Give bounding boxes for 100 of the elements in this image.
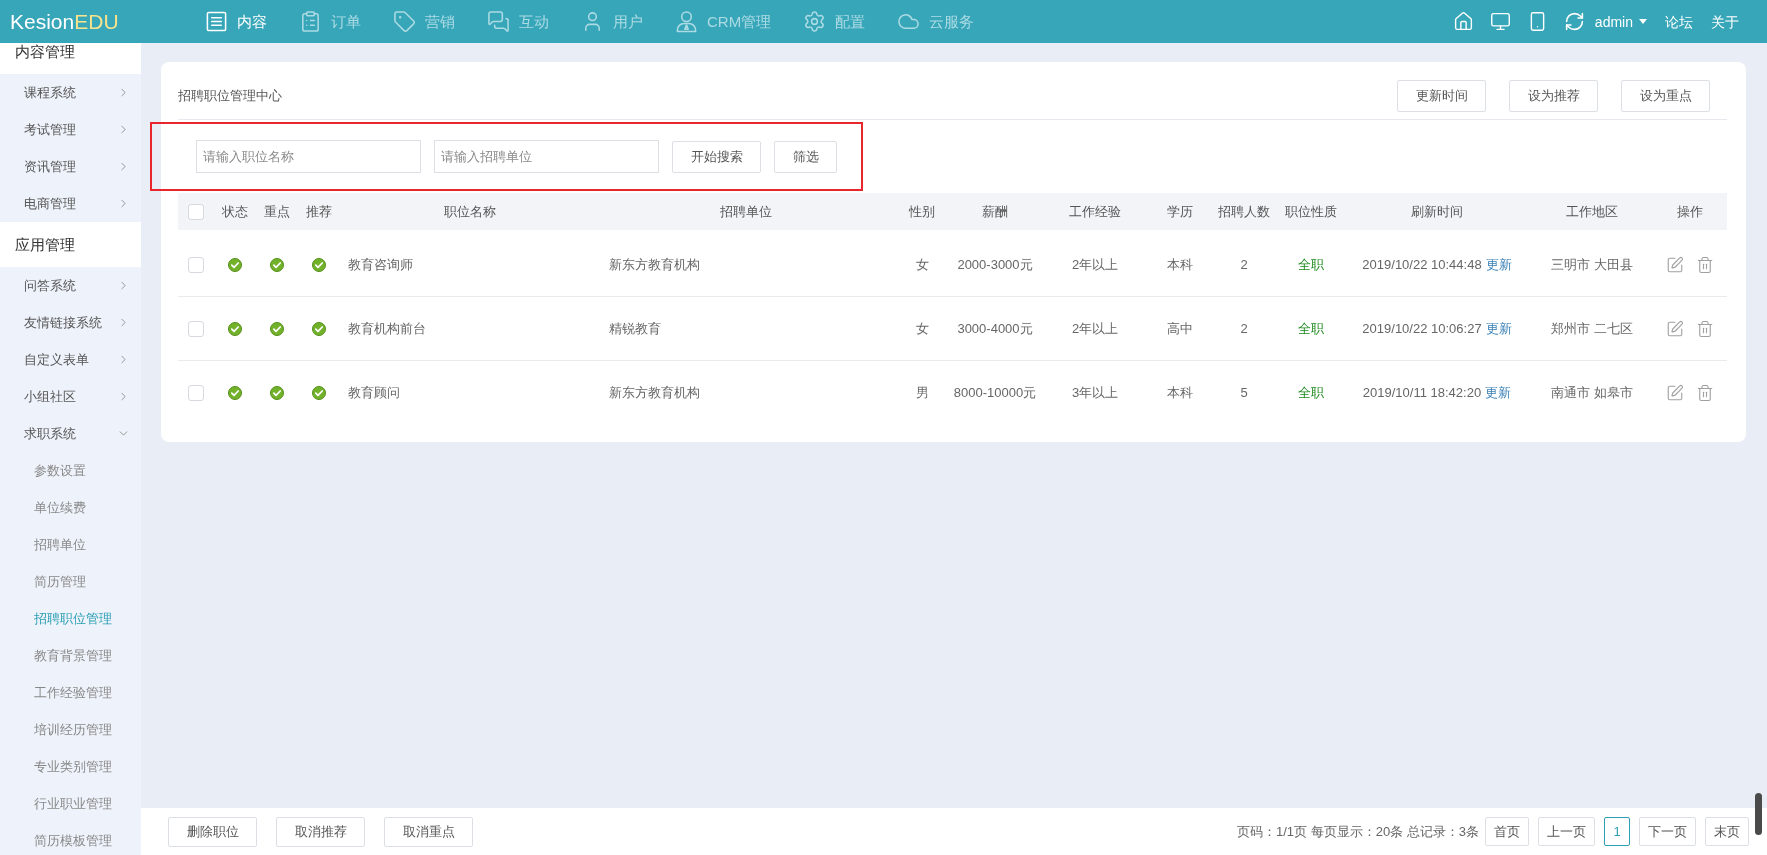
company-name: 新东方教育机构	[609, 385, 700, 400]
page-button[interactable]: 上一页	[1538, 817, 1595, 846]
experience: 3年以上	[1071, 385, 1119, 401]
sidebar-item[interactable]: 资讯管理	[0, 148, 141, 185]
gear-icon	[803, 10, 827, 33]
sidebar-subitem[interactable]: 专业类别管理	[34, 758, 112, 775]
gender: 男	[915, 385, 929, 401]
column-header: 刷新时间	[1411, 203, 1463, 220]
tag-icon	[393, 10, 416, 33]
logo-text: KesionEDU	[10, 9, 119, 34]
monitor-icon[interactable]	[1489, 11, 1511, 32]
row-checkbox[interactable]	[188, 320, 204, 337]
trash-icon[interactable]	[1695, 255, 1714, 274]
list-icon	[205, 10, 228, 33]
action-button[interactable]: 设为重点	[1621, 79, 1710, 112]
search-input[interactable]: 请输入职位名称	[196, 140, 421, 173]
scrollbar-thumb[interactable]	[1755, 793, 1762, 835]
sidebar-subitem[interactable]: 招聘职位管理	[34, 610, 112, 627]
job-type: 全职	[1298, 385, 1324, 401]
column-header: 学历	[1167, 203, 1193, 220]
trash-icon[interactable]	[1695, 319, 1714, 338]
column-header: 性别	[909, 203, 935, 220]
search-button[interactable]: 开始搜索	[672, 140, 761, 173]
select-all-checkbox[interactable]	[188, 203, 204, 220]
action-button[interactable]: 更新时间	[1397, 79, 1486, 112]
trash-icon[interactable]	[1695, 384, 1714, 402]
sidebar-item[interactable]: 友情链接系统	[0, 304, 141, 341]
sidebar-subitem[interactable]: 参数设置	[34, 462, 86, 479]
region: 三明市 大田县	[1551, 256, 1633, 273]
education: 高中	[1167, 320, 1193, 337]
salary: 8000-10000元	[953, 385, 1037, 401]
sidebar-subitem[interactable]: 单位续费	[34, 499, 86, 516]
headcount: 5	[1240, 385, 1248, 401]
region: 南通市 如皋市	[1551, 385, 1633, 401]
sidebar-subitem[interactable]: 招聘单位	[34, 536, 86, 553]
action-button[interactable]: 设为推荐	[1509, 79, 1598, 112]
education: 本科	[1167, 256, 1193, 273]
header-link[interactable]: 论坛	[1665, 12, 1693, 31]
chat-icon	[487, 10, 510, 33]
sidebar-item[interactable]: 问答系统	[0, 267, 141, 304]
user-menu[interactable]: admin	[1594, 12, 1647, 31]
row-checkbox[interactable]	[188, 385, 204, 401]
refresh-time: 2019/10/22 10:44:48	[1362, 256, 1482, 273]
search-button[interactable]: 筛选	[774, 140, 837, 173]
salary: 2000-3000元	[957, 256, 1033, 273]
experience: 2年以上	[1071, 320, 1119, 337]
company-name: 新东方教育机构	[609, 256, 700, 272]
sidebar-subitem[interactable]: 教育背景管理	[34, 647, 112, 664]
edit-icon[interactable]	[1665, 255, 1684, 274]
refresh-icon[interactable]	[1563, 11, 1585, 32]
refresh-link[interactable]: 更新	[1485, 256, 1512, 273]
sidebar-item[interactable]: 课程系统	[0, 74, 141, 111]
page-button[interactable]: 末页	[1705, 817, 1749, 846]
action-button[interactable]: 删除职位	[168, 816, 257, 847]
page-button[interactable]: 1	[1604, 817, 1630, 846]
sidebar-item[interactable]: 考试管理	[0, 111, 141, 148]
column-header: 职位性质	[1285, 203, 1337, 220]
job-title: 教育顾问	[348, 385, 400, 400]
pagination-summary: 页码：1/1页 每页显示：20条 总记录：3条	[1237, 823, 1479, 840]
column-header: 状态	[222, 203, 248, 220]
home-icon[interactable]	[1452, 11, 1474, 32]
job-type: 全职	[1298, 320, 1324, 337]
sidebar-subitem[interactable]: 工作经验管理	[34, 684, 112, 701]
sidebar-subitem[interactable]: 简历模板管理	[34, 832, 112, 849]
sidebar-section-title: 内容管理	[0, 43, 141, 74]
sidebar-item[interactable]: 自定义表单	[0, 341, 141, 378]
refresh-time: 2019/10/22 10:06:27	[1362, 320, 1482, 337]
sidebar-item[interactable]: 小组社区	[0, 378, 141, 415]
action-button[interactable]: 取消推荐	[276, 816, 365, 847]
experience: 2年以上	[1071, 256, 1119, 273]
column-header: 职位名称	[444, 203, 496, 220]
refresh-link[interactable]: 更新	[1485, 320, 1512, 337]
nav-tab[interactable]: 内容	[205, 10, 267, 33]
sidebar-subitem[interactable]: 简历管理	[34, 573, 86, 590]
sidebar-item[interactable]: 电商管理	[0, 185, 141, 222]
column-header: 推荐	[306, 203, 332, 220]
action-button[interactable]: 取消重点	[384, 816, 473, 847]
search-input[interactable]: 请输入招聘单位	[434, 140, 659, 173]
column-header: 招聘单位	[720, 203, 772, 220]
sidebar-subitem[interactable]: 行业职业管理	[34, 795, 112, 812]
sidebar-item[interactable]: 求职系统	[0, 415, 141, 452]
sidebar-subitem[interactable]: 培训经历管理	[34, 721, 112, 738]
gender: 女	[915, 256, 929, 273]
column-header: 操作	[1676, 203, 1703, 220]
clipboard-icon	[299, 10, 322, 33]
page-button[interactable]: 下一页	[1639, 817, 1696, 846]
page-button[interactable]: 首页	[1485, 817, 1529, 846]
headcount: 2	[1240, 320, 1248, 337]
gender: 女	[915, 320, 929, 337]
region: 郑州市 二七区	[1551, 320, 1633, 337]
column-header: 工作经验	[1069, 203, 1121, 220]
job-title: 教育咨询师	[348, 256, 413, 272]
edit-icon[interactable]	[1665, 384, 1684, 402]
row-checkbox[interactable]	[188, 256, 204, 273]
edit-icon[interactable]	[1665, 319, 1684, 338]
panel-title: 招聘职位管理中心	[178, 87, 282, 104]
refresh-link[interactable]: 更新	[1485, 385, 1512, 401]
column-header: 重点	[264, 203, 290, 220]
company-name: 精锐教育	[609, 320, 661, 336]
header-link[interactable]: 关于	[1711, 12, 1739, 31]
